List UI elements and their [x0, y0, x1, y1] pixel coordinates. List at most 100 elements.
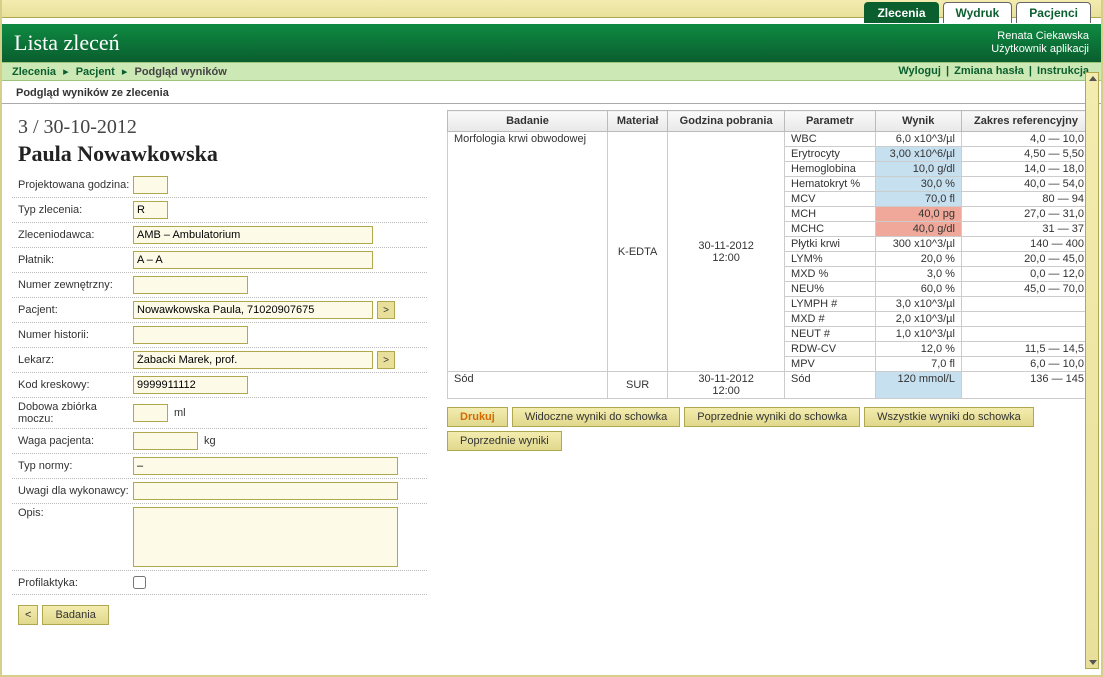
input-lekarz[interactable] [133, 351, 373, 369]
crumb-zlecenia[interactable]: Zlecenia [12, 66, 56, 78]
cell-parametr: MXD % [785, 267, 876, 282]
cell-godzina: 30-11-201212:00 [668, 372, 785, 399]
checkbox-profilaktyka[interactable] [133, 576, 146, 589]
widoczne-button[interactable]: Widoczne wyniki do schowka [512, 407, 680, 427]
header-bar: Lista zleceń Renata Ciekawska Użytkownik… [2, 24, 1101, 62]
textarea-opis[interactable] [133, 507, 398, 567]
breadcrumb: Zlecenia ▸ Pacjent ▸ Podgląd wyników [12, 65, 227, 78]
user-box: Renata Ciekawska Użytkownik aplikacji [991, 30, 1089, 56]
user-role: Użytkownik aplikacji [991, 43, 1089, 56]
tab-pacjenci[interactable]: Pacjenci [1016, 2, 1091, 23]
cell-parametr: NEU% [785, 282, 876, 297]
cell-parametr: WBC [785, 132, 876, 147]
lbl-projektowana: Projektowana godzina: [18, 179, 133, 191]
cell-wynik: 60,0 % [875, 282, 961, 297]
table-row: Morfologia krwi obwodowejK-EDTA30-11-201… [448, 132, 1091, 147]
back-button[interactable]: < [18, 605, 38, 625]
results-table: Badanie Materiał Godzina pobrania Parame… [447, 110, 1091, 399]
cell-zakres [961, 312, 1090, 327]
cell-material: SUR [608, 372, 668, 399]
cell-godzina: 30-11-201212:00 [668, 132, 785, 372]
input-zleceniodawca[interactable] [133, 226, 373, 244]
page-title: Lista zleceń [14, 30, 120, 56]
lbl-typnormy: Typ normy: [18, 460, 133, 472]
unit-ml: ml [174, 407, 186, 419]
cell-badanie: Morfologia krwi obwodowej [448, 132, 608, 372]
cell-wynik: 12,0 % [875, 342, 961, 357]
link-wyloguj[interactable]: Wyloguj [898, 65, 941, 77]
lbl-uwagi: Uwagi dla wykonawcy: [18, 485, 133, 497]
cell-wynik: 300 x10^3/µl [875, 237, 961, 252]
lbl-lekarz: Lekarz: [18, 354, 133, 366]
crumb-current: Podgląd wyników [134, 66, 226, 78]
header-links: Wyloguj | Zmiana hasła | Instrukcja [896, 65, 1091, 78]
cell-zakres: 6,0 — 10,0 [961, 357, 1090, 372]
th-badanie: Badanie [448, 111, 608, 132]
lbl-kod: Kod kreskowy: [18, 379, 133, 391]
go-pacjent-button[interactable]: > [377, 301, 395, 319]
cell-wynik: 3,0 x10^3/µl [875, 297, 961, 312]
lbl-pacjent: Pacjent: [18, 304, 133, 316]
cell-parametr: MXD # [785, 312, 876, 327]
input-dobowa[interactable] [133, 404, 168, 422]
th-zakres: Zakres referencyjny [961, 111, 1090, 132]
cell-wynik: 40,0 g/dl [875, 222, 961, 237]
cell-zakres: 31 — 37 [961, 222, 1090, 237]
th-parametr: Parametr [785, 111, 876, 132]
chevron-icon: ▸ [122, 66, 128, 78]
input-waga[interactable] [133, 432, 198, 450]
wszystkie-button[interactable]: Wszystkie wyniki do schowka [864, 407, 1034, 427]
badania-button[interactable]: Badania [42, 605, 108, 625]
cell-wynik: 40,0 pg [875, 207, 961, 222]
cell-wynik: 120 mmol/L [875, 372, 961, 399]
cell-wynik: 6,0 x10^3/µl [875, 132, 961, 147]
input-projektowana[interactable] [133, 176, 168, 194]
main-tabs: Zlecenia Wydruk Pacjenci [864, 0, 1091, 23]
input-typnormy[interactable] [133, 457, 398, 475]
input-kod[interactable] [133, 376, 248, 394]
cell-wynik: 3,0 % [875, 267, 961, 282]
link-instrukcja[interactable]: Instrukcja [1037, 65, 1089, 77]
scrollbar[interactable] [1085, 72, 1099, 669]
cell-parametr: NEUT # [785, 327, 876, 342]
cell-wynik: 10,0 g/dl [875, 162, 961, 177]
link-zmiana-hasla[interactable]: Zmiana hasła [954, 65, 1024, 77]
cell-parametr: Płytki krwi [785, 237, 876, 252]
cell-parametr: MCH [785, 207, 876, 222]
go-lekarz-button[interactable]: > [377, 351, 395, 369]
th-godzina: Godzina pobrania [668, 111, 785, 132]
cell-parametr: Hemoglobina [785, 162, 876, 177]
poprzednie-schowek-button[interactable]: Poprzednie wyniki do schowka [684, 407, 860, 427]
crumb-pacjent[interactable]: Pacjent [76, 66, 115, 78]
cell-zakres: 11,5 — 14,5 [961, 342, 1090, 357]
lbl-platnik: Płatnik: [18, 254, 133, 266]
cell-wynik: 2,0 x10^3/µl [875, 312, 961, 327]
section-title: Podgląd wyników ze zlecenia [2, 81, 1101, 104]
cell-zakres: 27,0 — 31,0 [961, 207, 1090, 222]
th-material: Materiał [608, 111, 668, 132]
input-platnik[interactable] [133, 251, 373, 269]
chevron-icon: ▸ [63, 66, 69, 78]
input-numerzew[interactable] [133, 276, 248, 294]
cell-zakres: 40,0 — 54,0 [961, 177, 1090, 192]
lbl-dobowa: Dobowa zbiórka moczu: [18, 401, 133, 425]
cell-parametr: MCV [785, 192, 876, 207]
lbl-numerzew: Numer zewnętrzny: [18, 279, 133, 291]
right-panel: Badanie Materiał Godzina pobrania Parame… [437, 110, 1091, 660]
unit-kg: kg [204, 435, 216, 447]
input-numerhist[interactable] [133, 326, 248, 344]
patient-name: Paula Nowawkowska [18, 141, 427, 167]
cell-zakres [961, 297, 1090, 312]
poprzednie-wyniki-button[interactable]: Poprzednie wyniki [447, 431, 562, 451]
cell-zakres: 136 — 145 [961, 372, 1090, 399]
tab-wydruk[interactable]: Wydruk [943, 2, 1013, 23]
input-uwagi[interactable] [133, 482, 398, 500]
cell-parametr: MPV [785, 357, 876, 372]
lbl-zleceniodawca: Zleceniodawca: [18, 229, 133, 241]
tab-zlecenia[interactable]: Zlecenia [864, 2, 938, 23]
input-pacjent[interactable] [133, 301, 373, 319]
cell-zakres: 80 — 94 [961, 192, 1090, 207]
drukuj-button[interactable]: Drukuj [447, 407, 508, 427]
cell-badanie: Sód [448, 372, 608, 399]
input-typ[interactable] [133, 201, 168, 219]
